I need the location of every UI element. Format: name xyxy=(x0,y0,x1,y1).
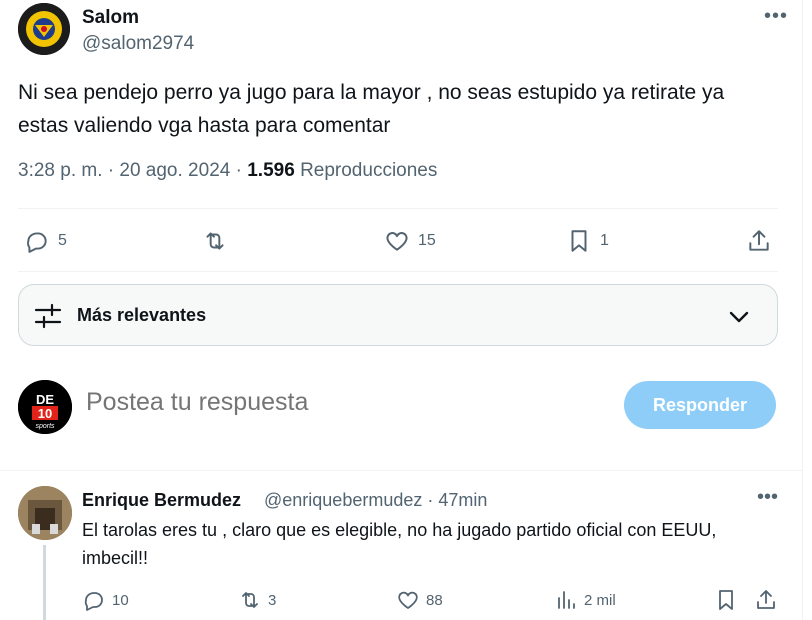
avatar-text-bottom: sports xyxy=(35,423,55,430)
share-button[interactable] xyxy=(754,584,778,616)
retweet-button[interactable]: 3 xyxy=(238,584,276,616)
sort-dropdown[interactable]: Más relevantes xyxy=(18,284,778,346)
tweet-time[interactable]: 3:28 p. m. xyxy=(18,160,103,181)
author-name[interactable]: Salom xyxy=(82,7,139,29)
reply-button[interactable]: 10 xyxy=(82,584,129,616)
chevron-down-icon xyxy=(729,311,749,323)
sort-sliders-icon xyxy=(34,303,62,329)
reply-author-name[interactable]: Enrique Bermudez xyxy=(82,490,241,511)
reply-text: El tarolas eres tu , claro que es elegib… xyxy=(82,520,717,568)
views-label: Reproducciones xyxy=(300,160,438,181)
retweet-button[interactable] xyxy=(202,222,236,260)
author-avatar[interactable] xyxy=(18,3,70,55)
bookmark-icon xyxy=(571,230,587,252)
views-icon xyxy=(558,591,575,609)
right-panel-edge xyxy=(802,0,812,620)
views-count: 2 mil xyxy=(584,591,616,609)
avatar-text-mid: 10 xyxy=(38,406,52,421)
meta-separator: · xyxy=(235,160,248,181)
more-icon[interactable]: ••• xyxy=(757,487,778,507)
reply-author-avatar[interactable] xyxy=(18,486,72,540)
reply-icon xyxy=(27,232,47,253)
reply-count: 5 xyxy=(58,232,67,249)
tweet-text: Ni sea pendejo perro ya jugo para la may… xyxy=(18,81,725,137)
view-count: 1.596 xyxy=(247,160,295,181)
more-icon[interactable]: ••• xyxy=(764,6,788,29)
reply-count: 10 xyxy=(112,591,129,609)
share-icon xyxy=(749,230,769,251)
bookmark-button[interactable]: 1 xyxy=(566,222,609,260)
meta-separator: · xyxy=(107,160,120,181)
like-count: 15 xyxy=(418,232,436,249)
reply-input[interactable] xyxy=(86,388,566,417)
like-count: 88 xyxy=(426,591,443,609)
sort-label: Más relevantes xyxy=(77,305,207,325)
tweet-meta: 3:28 p. m. · 20 ago. 2024 · 1.596 Reprod… xyxy=(18,160,437,182)
tweet-date[interactable]: 20 ago. 2024 xyxy=(119,160,230,181)
divider xyxy=(18,271,778,272)
bookmark-button[interactable] xyxy=(714,584,738,616)
reply-actions: 10 3 88 2 mil xyxy=(82,584,782,616)
reply-submit-button[interactable]: Responder xyxy=(624,381,776,429)
like-button[interactable]: 88 xyxy=(396,584,443,616)
tweet-header: Salom @salom2974 ••• xyxy=(18,3,788,57)
retweet-icon xyxy=(242,592,258,608)
reply-button[interactable]: 5 xyxy=(24,222,67,260)
divider xyxy=(18,208,778,209)
like-icon xyxy=(398,591,418,609)
views-button[interactable]: 2 mil xyxy=(554,584,616,616)
divider xyxy=(0,470,802,471)
bookmark-count: 1 xyxy=(600,232,609,249)
like-button[interactable]: 15 xyxy=(384,222,436,260)
tweet-actions: 5 15 1 xyxy=(18,222,778,260)
author-handle[interactable]: @salom2974 xyxy=(82,33,194,55)
retweet-icon xyxy=(206,232,224,250)
bookmark-icon xyxy=(719,590,733,610)
reply-icon xyxy=(84,592,103,611)
avatar-text-top: DE xyxy=(36,392,54,407)
reply-author-handle[interactable]: @enriquebermudez · 47min xyxy=(264,490,487,511)
share-button[interactable] xyxy=(746,222,772,260)
current-user-avatar[interactable]: DE 10 sports xyxy=(18,380,72,434)
retweet-count: 3 xyxy=(268,591,277,609)
like-icon xyxy=(386,232,408,251)
share-icon xyxy=(757,590,775,609)
thread-line xyxy=(43,545,46,620)
